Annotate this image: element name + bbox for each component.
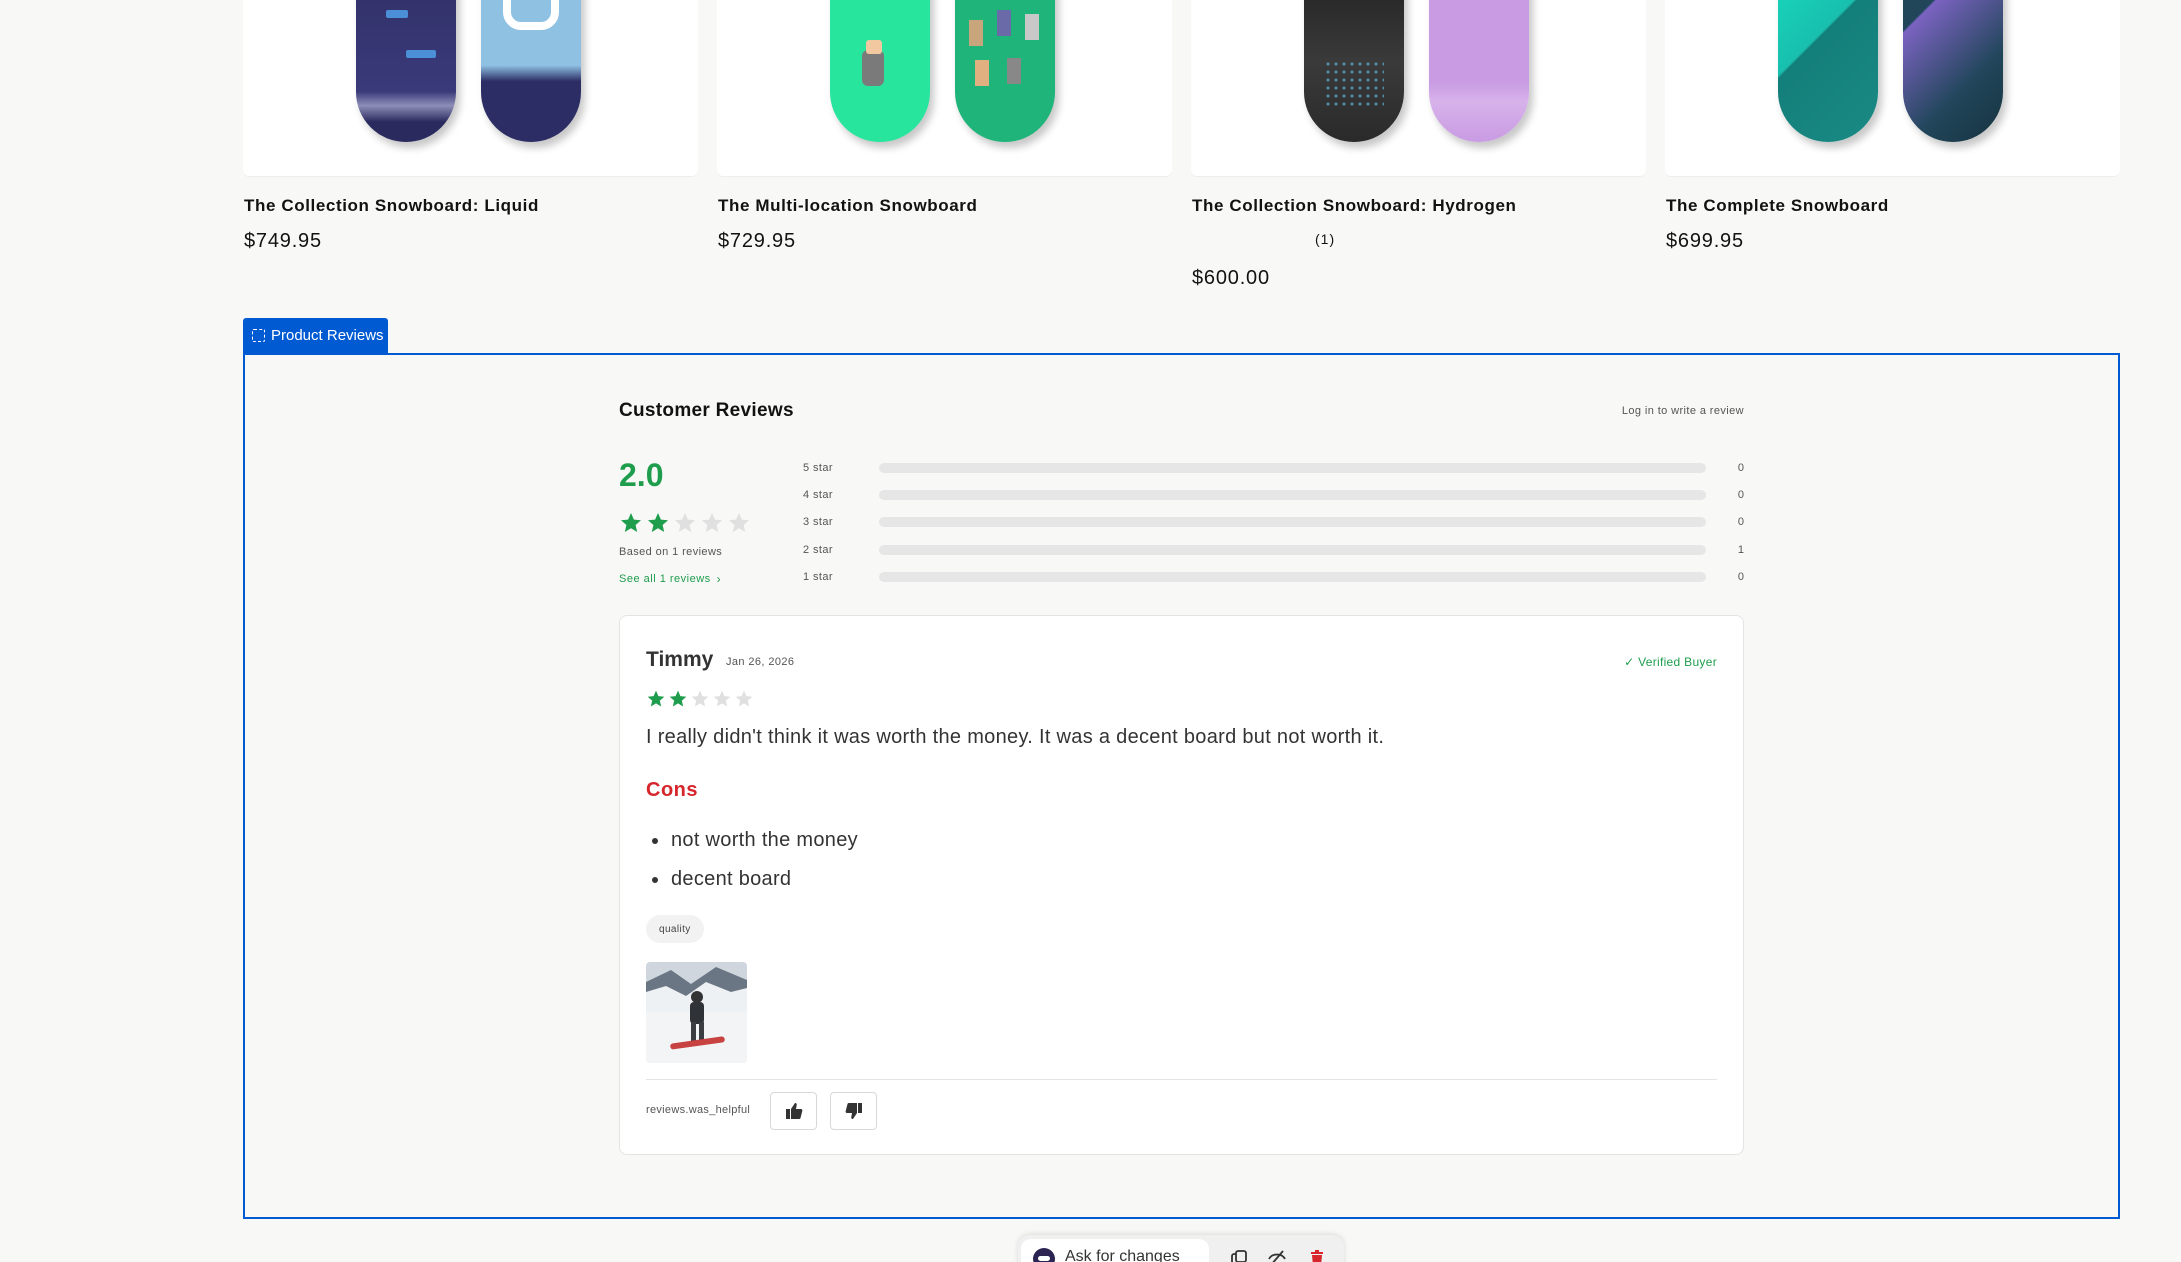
histogram-label: 5 star: [803, 461, 833, 474]
duplicate-icon[interactable]: [1230, 1249, 1248, 1262]
cons-item: decent board: [646, 860, 858, 899]
delete-icon[interactable]: [1308, 1249, 1326, 1262]
card-divider: [646, 1079, 1717, 1080]
histogram-bar: [879, 544, 1706, 555]
product-title[interactable]: The Multi-location Snowboard: [718, 196, 978, 216]
ai-assistant-icon: [1033, 1248, 1055, 1262]
star-empty-icon: [675, 513, 695, 532]
cons-item: not worth the money: [646, 821, 858, 860]
reviews-heading: Customer Reviews: [619, 400, 794, 421]
ask-for-changes-label: Ask for changes: [1065, 1248, 1180, 1262]
histogram-label: 4 star: [803, 488, 833, 501]
product-title[interactable]: The Complete Snowboard: [1666, 196, 1889, 216]
product-card[interactable]: The Complete Snowboard $699.95: [1665, 0, 2120, 252]
star-empty-icon: [735, 690, 753, 707]
product-price: $749.95: [244, 230, 322, 252]
product-title[interactable]: The Collection Snowboard: Liquid: [244, 196, 539, 216]
product-card[interactable]: The Collection Snowboard: Hydrogen (1) $…: [1191, 0, 1646, 289]
summary-stars: [619, 511, 751, 535]
see-all-reviews-link[interactable]: See all 1 reviews ›: [619, 572, 721, 586]
snowboard-image: [1429, 0, 1529, 142]
helpful-label: reviews.was_helpful: [646, 1104, 751, 1116]
histogram-count: 0: [1737, 516, 1744, 529]
verified-buyer-badge: ✓ Verified Buyer: [1624, 655, 1717, 669]
review-photo[interactable]: [646, 962, 747, 1063]
histogram-row: 5 star 0: [803, 454, 1744, 481]
snowboard-image: [481, 0, 581, 142]
ask-for-changes-button[interactable]: Ask for changes: [1021, 1239, 1209, 1262]
review-date: Jan 26, 2026: [726, 656, 795, 668]
see-all-label: See all 1 reviews: [619, 573, 711, 585]
select-section-icon: [252, 329, 265, 342]
hide-icon[interactable]: [1268, 1249, 1286, 1262]
product-grid: The Collection Snowboard: Liquid $749.95…: [243, 0, 2120, 300]
star-filled-icon: [621, 513, 641, 532]
star-empty-icon: [729, 513, 749, 532]
cons-list: not worth the money decent board: [646, 821, 858, 899]
product-image[interactable]: [717, 0, 1172, 176]
snowboarder-photo-image: [646, 962, 747, 1063]
star-filled-icon: [648, 513, 668, 532]
review-tag: quality: [646, 915, 704, 943]
helpful-yes-button[interactable]: [770, 1092, 817, 1130]
histogram-count: 0: [1737, 488, 1744, 501]
section-tag[interactable]: Product Reviews: [243, 318, 388, 353]
snowboard-image: [830, 0, 930, 142]
product-image[interactable]: [1665, 0, 2120, 176]
review-body: I really didn't think it was worth the m…: [646, 726, 1385, 748]
thumbs-down-icon: [845, 1103, 862, 1119]
star-filled-icon: [647, 690, 665, 707]
histogram-row: 1 star 0: [803, 563, 1744, 590]
product-card[interactable]: The Multi-location Snowboard $729.95: [717, 0, 1172, 252]
helpful-no-button[interactable]: [830, 1092, 877, 1130]
histogram-row: 3 star 0: [803, 509, 1744, 536]
histogram-label: 3 star: [803, 516, 833, 529]
product-price: $699.95: [1666, 230, 1744, 252]
based-on-count: Based on 1 reviews: [619, 546, 723, 558]
histogram-bar: [879, 462, 1706, 473]
histogram-row: 2 star 1: [803, 536, 1744, 563]
star-empty-icon: [713, 690, 731, 707]
product-card[interactable]: The Collection Snowboard: Liquid $749.95: [243, 0, 698, 252]
snowboard-image: [356, 0, 456, 142]
chevron-right-icon: ›: [716, 572, 722, 586]
histogram-row: 4 star 0: [803, 481, 1744, 508]
thumbs-up-icon: [785, 1103, 802, 1119]
reviewer-name: Timmy: [646, 648, 714, 671]
histogram-bar: [879, 571, 1706, 582]
product-price: $729.95: [718, 230, 796, 252]
product-title[interactable]: The Collection Snowboard: Hydrogen: [1192, 196, 1517, 216]
product-image[interactable]: [243, 0, 698, 176]
histogram-bar: [879, 517, 1706, 528]
product-image[interactable]: [1191, 0, 1646, 176]
snowboard-image: [955, 0, 1055, 142]
section-tag-label: Product Reviews: [271, 327, 384, 344]
star-empty-icon: [702, 513, 722, 532]
review-stars: [646, 689, 754, 709]
product-rating-count: (1): [1315, 231, 1336, 247]
average-rating: 2.0: [619, 457, 664, 493]
snowboard-image: [1903, 0, 2003, 142]
histogram-count: 0: [1737, 461, 1744, 474]
snowboard-image: [1778, 0, 1878, 142]
star-filled-icon: [669, 690, 687, 707]
product-price: $600.00: [1192, 267, 1270, 289]
write-review-link[interactable]: Log in to write a review: [1622, 405, 1744, 417]
star-empty-icon: [691, 690, 709, 707]
histogram-bar: [879, 489, 1706, 500]
review-card: Timmy Jan 26, 2026 ✓ Verified Buyer I re…: [619, 615, 1744, 1155]
cons-heading: Cons: [646, 779, 698, 801]
histogram-label: 1 star: [803, 570, 833, 583]
histogram-count: 1: [1737, 543, 1744, 556]
ai-toolbar: Ask for changes: [1018, 1235, 1344, 1262]
histogram-count: 0: [1737, 570, 1744, 583]
rating-histogram: 5 star 0 4 star 0 3 star 0 2 star 1 1 st…: [803, 454, 1744, 590]
snowboard-image: [1304, 0, 1404, 142]
histogram-label: 2 star: [803, 543, 833, 556]
